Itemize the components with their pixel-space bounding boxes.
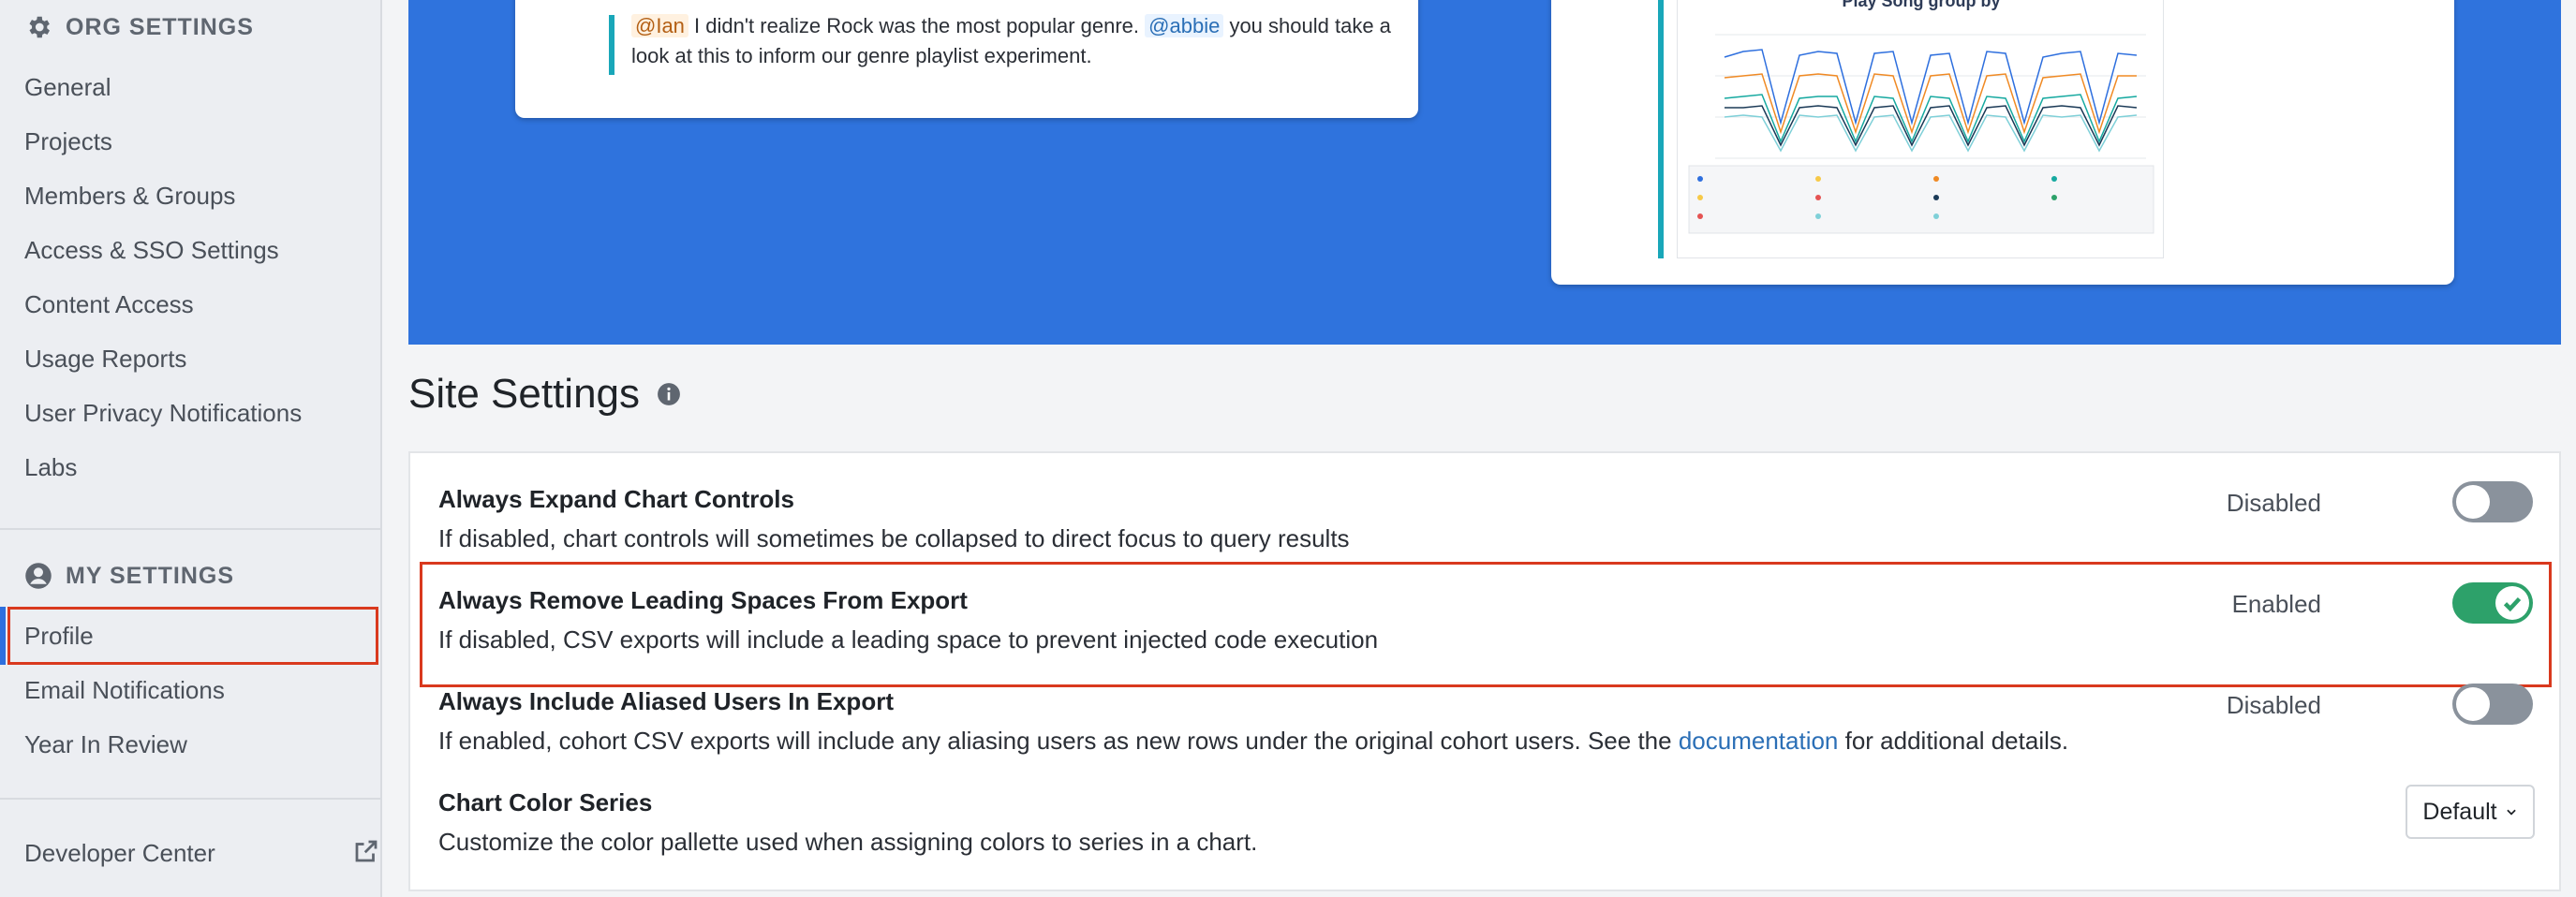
check-icon: [2503, 596, 2522, 612]
setting-desc-chart-color-series: Customize the color pallette used when a…: [438, 828, 1258, 856]
site-settings-title: Site Settings: [408, 371, 641, 417]
sidebar-item-general[interactable]: General: [24, 73, 111, 102]
sidebar-item-members-groups[interactable]: Members & Groups: [24, 182, 235, 211]
quote-bar: [1658, 0, 1664, 258]
comment-text: @Ian I didn't realize Rock was the most …: [631, 11, 1399, 71]
chart-title: Play Song group by: [1842, 0, 2001, 10]
sidebar-item-email-notifications[interactable]: Email Notifications: [24, 676, 225, 705]
comment-part-1: I didn't realize Rock was the most popul…: [688, 14, 1146, 37]
setting-desc-expand-chart-controls: If disabled, chart controls will sometim…: [438, 524, 1350, 552]
toggle-state-label: Disabled: [2226, 489, 2321, 517]
sidebar-item-profile[interactable]: Profile: [24, 622, 94, 651]
comment-card: @Ian I didn't realize Rock was the most …: [515, 0, 1418, 118]
toggle-state-label: Enabled: [2231, 590, 2321, 618]
include-aliased-users-toggle[interactable]: [2452, 684, 2533, 725]
sidebar-item-labs[interactable]: Labs: [24, 453, 77, 482]
settings-panel: Always Expand Chart Controls If disabled…: [408, 451, 2561, 891]
sidebar-item-content-access[interactable]: Content Access: [24, 290, 194, 319]
setting-title-remove-leading-spaces: Always Remove Leading Spaces From Export: [438, 586, 968, 614]
org-settings-label: ORG SETTINGS: [66, 13, 254, 40]
setting-title-include-aliased-users: Always Include Aliased Users In Export: [438, 687, 894, 715]
quote-bar: [609, 15, 614, 75]
toggle-knob: [2456, 687, 2490, 721]
gear-icon: [29, 16, 50, 38]
mention-abbie[interactable]: @abbie: [1145, 14, 1224, 37]
documentation-link[interactable]: documentation: [1679, 727, 1839, 755]
sidebar-divider: [0, 798, 380, 800]
select-value: Default: [2422, 798, 2497, 825]
toggle-knob: [2456, 485, 2490, 519]
chevron-down-icon: [2506, 809, 2516, 816]
page-title: Site Settings: [408, 371, 681, 418]
sidebar-item-projects[interactable]: Projects: [24, 127, 112, 156]
chart-card: Play Song group by: [1551, 0, 2454, 285]
my-settings-header: MY SETTINGS: [24, 562, 234, 590]
sidebar-item-year-in-review[interactable]: Year In Review: [24, 730, 187, 759]
toggle-state-label: Disabled: [2226, 691, 2321, 719]
external-link-icon[interactable]: [352, 837, 380, 865]
sidebar-item-usage-reports[interactable]: Usage Reports: [24, 345, 186, 374]
my-settings-label: MY SETTINGS: [66, 562, 235, 589]
chart-color-series-select[interactable]: Default: [2406, 785, 2535, 839]
sidebar: ORG SETTINGS General Projects Members & …: [0, 0, 382, 897]
setting-highlight: [420, 562, 2552, 687]
sidebar-item-developer-center[interactable]: Developer Center: [24, 839, 215, 868]
user-circle-icon: [25, 563, 52, 589]
setting-title-expand-chart-controls: Always Expand Chart Controls: [438, 485, 794, 513]
org-settings-header: ORG SETTINGS: [24, 13, 254, 41]
chart-thumbnail[interactable]: Play Song group by: [1677, 0, 2164, 258]
chart-preview-graphic: [1688, 34, 2154, 234]
desc-before-link: If enabled, cohort CSV exports will incl…: [438, 727, 1679, 755]
remove-leading-spaces-toggle[interactable]: [2452, 582, 2533, 624]
desc-after-link: for additional details.: [1838, 727, 2069, 755]
sidebar-divider: [0, 528, 380, 530]
sidebar-item-access-sso[interactable]: Access & SSO Settings: [24, 236, 279, 265]
expand-chart-controls-toggle[interactable]: [2452, 481, 2533, 522]
toggle-knob: [2495, 586, 2529, 620]
setting-title-chart-color-series: Chart Color Series: [438, 788, 653, 816]
sidebar-item-user-privacy-notifications[interactable]: User Privacy Notifications: [24, 399, 302, 428]
mention-ian[interactable]: @Ian: [631, 14, 688, 37]
info-icon[interactable]: [657, 382, 681, 406]
active-indicator: [0, 607, 6, 665]
setting-desc-remove-leading-spaces: If disabled, CSV exports will include a …: [438, 625, 1379, 654]
setting-desc-include-aliased-users: If enabled, cohort CSV exports will incl…: [438, 727, 2068, 756]
hero-banner: @Ian I didn't realize Rock was the most …: [408, 0, 2561, 345]
